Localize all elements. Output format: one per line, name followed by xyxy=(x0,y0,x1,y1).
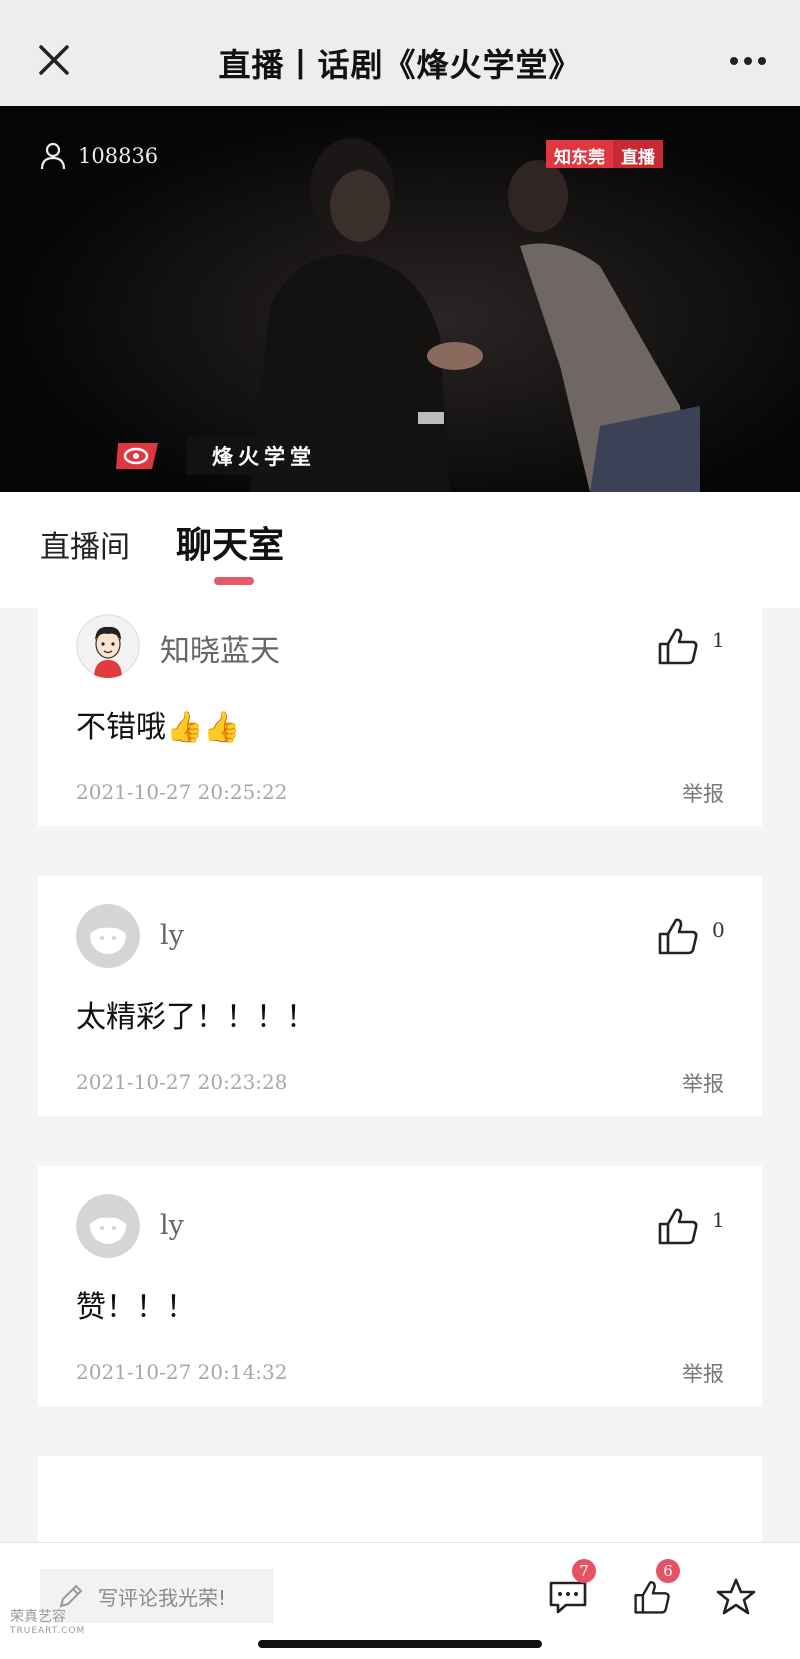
thumbs-up-icon[interactable] xyxy=(656,626,700,666)
like-count-badge: 6 xyxy=(656,1559,680,1583)
tab-live-room[interactable]: 直播间 xyxy=(40,522,130,566)
thumbs-up-icon[interactable] xyxy=(656,916,700,956)
comment-time: 2021-10-27 20:14:32 xyxy=(76,1360,288,1384)
avatar[interactable] xyxy=(76,904,140,968)
live-badge: 知东莞 直播 xyxy=(546,140,663,168)
more-icon[interactable] xyxy=(728,54,768,68)
top-bar: 直播丨话剧《烽火学堂》 xyxy=(0,0,800,106)
report-link[interactable]: 举报 xyxy=(682,1358,724,1388)
report-link[interactable]: 举报 xyxy=(682,778,724,808)
report-link[interactable]: 举报 xyxy=(682,1068,724,1098)
comment-text: 不错哦👍👍 xyxy=(76,710,241,745)
thumbs-up-icon[interactable] xyxy=(632,1577,672,1617)
thumbs-up-icon[interactable] xyxy=(656,1206,700,1246)
comment-card: 知晓蓝天 1 不错哦👍👍 2021-10-27 20:25:22 举报 xyxy=(38,586,762,826)
comment-time: 2021-10-27 20:25:22 xyxy=(76,780,288,804)
comment-card: ly 0 太精彩了！！！！ 2021-10-27 20:23:28 举报 xyxy=(38,876,762,1116)
comment-username: ly xyxy=(160,1210,184,1241)
tab-chat-room[interactable]: 聊天室 xyxy=(176,516,284,568)
viewer-count: 108836 xyxy=(40,142,158,170)
page-title: 直播丨话剧《烽火学堂》 xyxy=(218,46,582,84)
comment-time: 2021-10-27 20:23:28 xyxy=(76,1070,288,1094)
viewer-count-value: 108836 xyxy=(78,144,159,168)
comment-card-partial xyxy=(38,1456,762,1542)
like-count: 0 xyxy=(712,918,725,942)
default-avatar-icon xyxy=(76,1194,140,1258)
avatar[interactable] xyxy=(76,614,140,678)
user-icon xyxy=(40,142,66,170)
active-tab-indicator xyxy=(214,577,254,585)
comment-input-placeholder: 写评论我光荣! xyxy=(98,1585,227,1610)
live-badge-live: 直播 xyxy=(613,140,663,168)
comment-username: ly xyxy=(160,920,184,951)
comment-text: 太精彩了！！！！ xyxy=(76,1000,316,1035)
like-count: 1 xyxy=(712,1208,725,1232)
like-count: 1 xyxy=(712,628,725,652)
live-badge-brand: 知东莞 xyxy=(546,140,613,168)
user-avatar-icon xyxy=(76,614,140,678)
comment-count-badge: 7 xyxy=(572,1559,596,1583)
comment-icon[interactable] xyxy=(548,1577,588,1617)
live-video-player[interactable]: 108836 知东莞 直播 烽火学堂 xyxy=(0,106,800,492)
home-indicator[interactable] xyxy=(258,1640,542,1648)
watermark-line1: 荣真艺容 xyxy=(10,1609,66,1625)
comment-username: 知晓蓝天 xyxy=(160,634,280,669)
show-title-text: 烽火学堂 xyxy=(186,437,342,475)
avatar[interactable] xyxy=(76,1194,140,1258)
comment-text: 赞！！！ xyxy=(76,1290,196,1325)
show-title-label: 烽火学堂 xyxy=(114,437,394,475)
channel-logo-icon xyxy=(116,443,158,469)
watermark-line2: TRUEART.COM xyxy=(10,1626,86,1636)
comment-card: ly 1 赞！！！ 2021-10-27 20:14:32 举报 xyxy=(38,1166,762,1406)
watermark: 荣真艺容 TRUEART.COM xyxy=(10,1606,85,1636)
star-icon[interactable] xyxy=(716,1577,756,1617)
default-avatar-icon xyxy=(76,904,140,968)
